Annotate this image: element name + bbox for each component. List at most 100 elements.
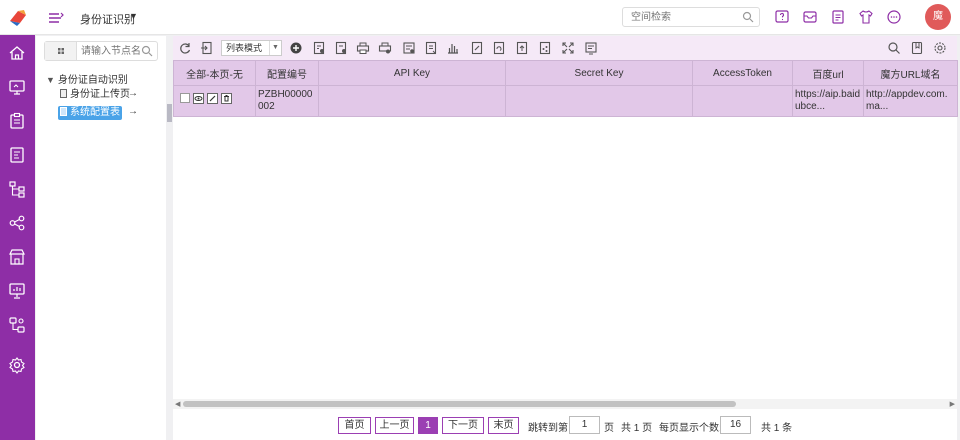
current-page-button[interactable]: 1 bbox=[418, 417, 438, 434]
share-doc-icon[interactable] bbox=[538, 41, 552, 55]
column-header-access-token[interactable]: AccessToken bbox=[692, 60, 793, 86]
global-search[interactable] bbox=[622, 7, 760, 27]
bar-chart-icon[interactable] bbox=[446, 41, 460, 55]
chat-icon[interactable] bbox=[886, 9, 902, 25]
upload-doc-icon[interactable] bbox=[515, 41, 529, 55]
sidebar-item-home[interactable] bbox=[8, 44, 26, 62]
view-icon[interactable] bbox=[193, 93, 204, 104]
splitter-grip[interactable] bbox=[167, 104, 172, 122]
settings-icon bbox=[9, 357, 25, 374]
total-records-label: 共 1 条 bbox=[761, 423, 793, 434]
tree-node-config-table[interactable]: 系统配置表 bbox=[58, 106, 122, 120]
bookmark-icon[interactable] bbox=[910, 41, 924, 55]
print-icon[interactable] bbox=[356, 41, 370, 55]
page-icon bbox=[60, 89, 67, 98]
last-page-button[interactable]: 末页 bbox=[488, 417, 519, 434]
sidebar-item-monitor[interactable] bbox=[8, 78, 26, 96]
print-settings-icon[interactable] bbox=[378, 41, 392, 55]
form-icon bbox=[10, 147, 24, 163]
scrollbar-thumb[interactable] bbox=[183, 401, 736, 407]
page-icon bbox=[60, 107, 67, 116]
column-header-secret-key[interactable]: Secret Key bbox=[505, 60, 693, 86]
sidebar-item-presentation[interactable] bbox=[8, 282, 26, 300]
scroll-right-icon[interactable]: ▶ bbox=[950, 400, 955, 408]
tree-node-label: 系统配置表 bbox=[70, 107, 120, 118]
sidebar-item-form[interactable] bbox=[8, 146, 26, 164]
cell-api-key[interactable] bbox=[318, 85, 506, 117]
grid-icon bbox=[58, 48, 64, 54]
trash-icon[interactable] bbox=[221, 93, 232, 104]
edit-icon[interactable] bbox=[207, 93, 218, 104]
sidebar-item-share[interactable] bbox=[8, 214, 26, 232]
help-icon[interactable] bbox=[774, 9, 790, 25]
cell-config-id[interactable]: PZBH00000002 bbox=[255, 85, 319, 117]
tree-view-toggle[interactable] bbox=[45, 42, 77, 60]
column-header-mofang-url[interactable]: 魔方URL域名 bbox=[863, 60, 958, 86]
presentation-icon bbox=[9, 283, 25, 299]
pagination-bar: 首页 上一页 1 下一页 末页 跳转到第 1 页 共 1 页 每页显示个数: 1… bbox=[173, 410, 957, 440]
jump-page-input[interactable]: 1 bbox=[569, 416, 600, 434]
tree-root-node[interactable]: ▼ 身份证自动识别 bbox=[46, 71, 128, 86]
column-header-baidu-url[interactable]: 百度url bbox=[792, 60, 864, 86]
search-icon[interactable] bbox=[742, 11, 754, 23]
inbox-icon[interactable] bbox=[802, 9, 818, 25]
tree-node-upload-page[interactable]: 身份证上传页 bbox=[58, 88, 132, 102]
chevron-down-icon: ▼ bbox=[269, 41, 281, 55]
refresh-icon[interactable] bbox=[178, 41, 192, 55]
add-icon[interactable] bbox=[289, 41, 303, 55]
arrow-right-icon[interactable]: → bbox=[128, 88, 138, 99]
global-search-input[interactable] bbox=[623, 8, 733, 26]
view-mode-select[interactable]: 列表模式 ▼ bbox=[221, 40, 282, 56]
prev-page-button[interactable]: 上一页 bbox=[375, 417, 414, 434]
view-mode-value: 列表模式 bbox=[226, 43, 263, 53]
add-doc-icon[interactable] bbox=[312, 41, 326, 55]
app-dropdown-caret-icon[interactable]: ▼ bbox=[129, 11, 138, 21]
scroll-left-icon[interactable]: ◀ bbox=[175, 400, 180, 408]
fullscreen-icon[interactable] bbox=[561, 41, 575, 55]
hierarchy-icon bbox=[9, 181, 25, 198]
cell-baidu-url[interactable]: https://aip.baidubce... bbox=[792, 85, 864, 117]
sidebar-item-store[interactable] bbox=[8, 248, 26, 266]
report-icon[interactable] bbox=[584, 41, 598, 55]
select-all-header[interactable]: 全部-本页-无 bbox=[173, 60, 256, 86]
table-row[interactable]: PZBH00000002 https://aip.baidubce... htt… bbox=[173, 85, 958, 117]
gear-icon[interactable] bbox=[933, 41, 947, 55]
menu-toggle-icon[interactable] bbox=[46, 9, 64, 27]
cell-secret-key[interactable] bbox=[505, 85, 693, 117]
search-icon[interactable] bbox=[141, 45, 153, 57]
app-logo-icon[interactable] bbox=[8, 7, 28, 27]
next-page-button[interactable]: 下一页 bbox=[442, 417, 484, 434]
column-header-api-key[interactable]: API Key bbox=[318, 60, 506, 86]
column-header-config-id[interactable]: 配置编号 bbox=[255, 60, 319, 86]
document-icon[interactable] bbox=[830, 9, 846, 25]
cell-access-token[interactable] bbox=[692, 85, 793, 117]
copy-doc-icon[interactable] bbox=[492, 41, 506, 55]
cell-mofang-url[interactable]: http://appdev.com.ma... bbox=[863, 85, 958, 117]
tree-search[interactable] bbox=[44, 41, 158, 61]
edit-doc-icon[interactable] bbox=[470, 41, 484, 55]
user-avatar[interactable]: 魔 bbox=[925, 4, 951, 30]
shirt-icon[interactable] bbox=[858, 9, 874, 25]
app-title[interactable]: 身份证识别 bbox=[80, 11, 135, 27]
tree-node-label: 身份证上传页 bbox=[70, 89, 130, 100]
form-view-icon[interactable] bbox=[402, 41, 416, 55]
page-size-label: 每页显示个数: bbox=[659, 423, 722, 434]
row-checkbox[interactable] bbox=[180, 93, 190, 103]
tree-search-input[interactable] bbox=[81, 44, 143, 58]
page-size-input[interactable]: 16 bbox=[720, 416, 751, 434]
panel-splitter[interactable] bbox=[166, 36, 173, 440]
search-icon[interactable] bbox=[887, 41, 901, 55]
arrow-right-icon[interactable]: → bbox=[128, 106, 138, 117]
export-page-icon[interactable] bbox=[200, 41, 214, 55]
total-pages-label: 共 1 页 bbox=[621, 423, 653, 434]
sidebar-item-hierarchy[interactable] bbox=[8, 180, 26, 198]
sidebar-item-clipboard[interactable] bbox=[8, 112, 26, 130]
data-grid: 全部-本页-无 配置编号 API Key Secret Key AccessTo… bbox=[173, 60, 958, 117]
delete-doc-icon[interactable] bbox=[334, 41, 348, 55]
expand-triangle-icon[interactable]: ▼ bbox=[46, 75, 55, 85]
sidebar-item-settings[interactable] bbox=[8, 356, 26, 374]
import-icon[interactable] bbox=[424, 41, 438, 55]
horizontal-scrollbar[interactable]: ◀ ▶ bbox=[173, 399, 957, 409]
first-page-button[interactable]: 首页 bbox=[338, 417, 371, 434]
sidebar-item-workflow[interactable] bbox=[8, 316, 26, 334]
